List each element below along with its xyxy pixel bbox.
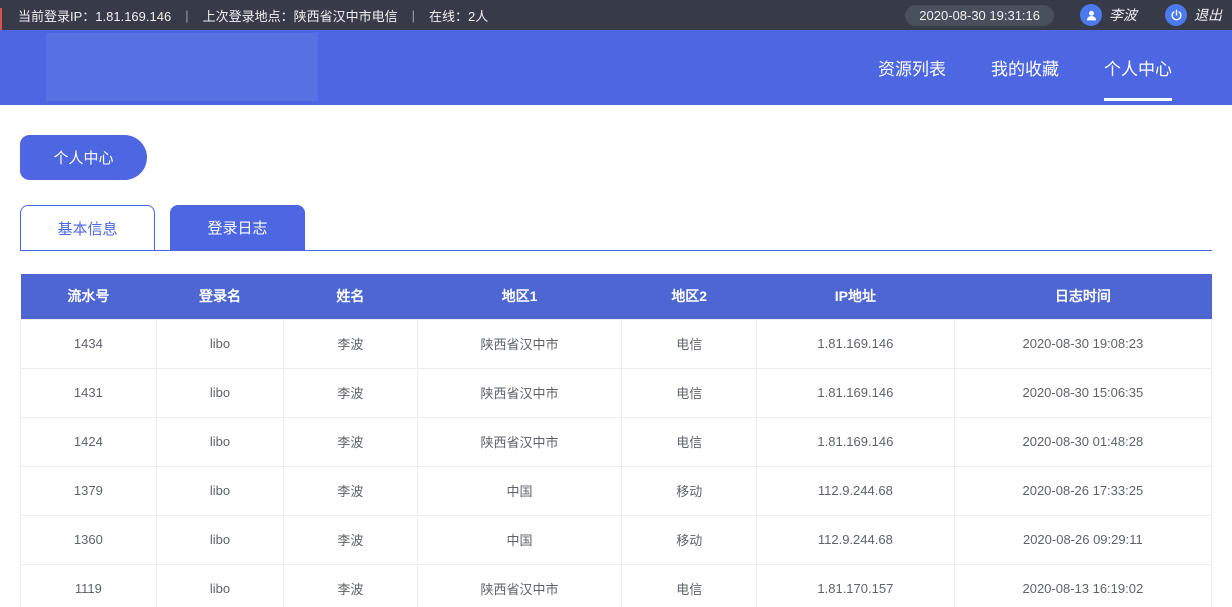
- table-cell: 李波: [284, 515, 417, 564]
- user-session-controls: 2020-08-30 19:31:16 李波 退出: [905, 4, 1224, 26]
- table-cell: 李波: [284, 564, 417, 607]
- table-cell: 1.81.169.146: [757, 417, 955, 466]
- table-cell: 移动: [622, 466, 757, 515]
- table-cell: 陕西省汉中市: [417, 319, 622, 368]
- col-header-region2: 地区2: [622, 274, 757, 319]
- table-cell: 112.9.244.68: [757, 515, 955, 564]
- table-cell: libo: [156, 319, 283, 368]
- page-content: 个人中心 基本信息 登录日志 流水号 登录名 姓名 地区1 地区2 IP地址 日…: [0, 135, 1232, 607]
- table-cell: 112.9.244.68: [757, 466, 955, 515]
- username-link[interactable]: 李波: [1109, 5, 1137, 25]
- table-cell: 电信: [622, 319, 757, 368]
- table-cell: 1424: [21, 417, 157, 466]
- table-row: 1431libo李波陕西省汉中市电信1.81.169.1462020-08-30…: [21, 368, 1212, 417]
- table-row: 1360libo李波中国移动112.9.244.682020-08-26 09:…: [21, 515, 1212, 564]
- main-nav: 资源列表 我的收藏 个人中心: [878, 30, 1172, 105]
- table-cell: 中国: [417, 515, 622, 564]
- table-body: 1434libo李波陕西省汉中市电信1.81.169.1462020-08-30…: [21, 319, 1212, 607]
- current-ip-text: 当前登录IP：1.81.169.146: [18, 6, 171, 25]
- login-log-table: 流水号 登录名 姓名 地区1 地区2 IP地址 日志时间 1434libo李波陕…: [20, 274, 1212, 607]
- table-cell: libo: [156, 466, 283, 515]
- table-cell: libo: [156, 515, 283, 564]
- table-cell: 1.81.169.146: [757, 319, 955, 368]
- table-row: 1424libo李波陕西省汉中市电信1.81.169.1462020-08-30…: [21, 417, 1212, 466]
- last-login-location-text: 上次登录地点：陕西省汉中市电信: [203, 6, 398, 25]
- col-header-ip: IP地址: [757, 274, 955, 319]
- table-cell: 1431: [21, 368, 157, 417]
- table-cell: 陕西省汉中市: [417, 368, 622, 417]
- top-status-bar: 当前登录IP：1.81.169.146 | 上次登录地点：陕西省汉中市电信 | …: [0, 0, 1232, 30]
- table-cell: 李波: [284, 466, 417, 515]
- logout-link[interactable]: 退出: [1194, 5, 1222, 25]
- table-cell: 1.81.170.157: [757, 564, 955, 607]
- table-row: 1434libo李波陕西省汉中市电信1.81.169.1462020-08-30…: [21, 319, 1212, 368]
- table-cell: 陕西省汉中市: [417, 417, 622, 466]
- table-cell: 2020-08-26 17:33:25: [954, 466, 1211, 515]
- table-cell: 李波: [284, 368, 417, 417]
- table-cell: 2020-08-30 19:08:23: [954, 319, 1211, 368]
- session-info: 当前登录IP：1.81.169.146 | 上次登录地点：陕西省汉中市电信 | …: [18, 6, 488, 25]
- table-cell: 2020-08-30 01:48:28: [954, 417, 1211, 466]
- table-cell: 1434: [21, 319, 157, 368]
- table-row: 1119libo李波陕西省汉中市电信1.81.170.1572020-08-13…: [21, 564, 1212, 607]
- online-count-text: 在线：2人: [429, 6, 488, 25]
- table-cell: 李波: [284, 417, 417, 466]
- col-header-log-time: 日志时间: [954, 274, 1211, 319]
- table-cell: 移动: [622, 515, 757, 564]
- table-cell: 2020-08-13 16:19:02: [954, 564, 1211, 607]
- logo-placeholder: [46, 33, 318, 101]
- nav-item-personal-center[interactable]: 个人中心: [1104, 30, 1172, 105]
- red-accent-stripe: [0, 8, 2, 30]
- separator: |: [412, 8, 415, 23]
- nav-item-resource-list[interactable]: 资源列表: [878, 30, 946, 105]
- col-header-login-name: 登录名: [156, 274, 283, 319]
- separator: |: [185, 8, 188, 23]
- table-cell: 2020-08-30 15:06:35: [954, 368, 1211, 417]
- col-header-region1: 地区1: [417, 274, 622, 319]
- table-cell: 2020-08-26 09:29:11: [954, 515, 1211, 564]
- table-cell: 电信: [622, 417, 757, 466]
- table-cell: libo: [156, 564, 283, 607]
- table-cell: 1379: [21, 466, 157, 515]
- table-cell: 1360: [21, 515, 157, 564]
- user-icon: [1080, 4, 1102, 26]
- nav-item-my-favorites[interactable]: 我的收藏: [991, 30, 1059, 105]
- main-header: 资源列表 我的收藏 个人中心: [0, 30, 1232, 105]
- table-cell: 电信: [622, 564, 757, 607]
- table-cell: 电信: [622, 368, 757, 417]
- tab-bar: 基本信息 登录日志: [20, 205, 1212, 251]
- tab-login-log[interactable]: 登录日志: [170, 205, 305, 250]
- table-cell: libo: [156, 417, 283, 466]
- table-header: 流水号 登录名 姓名 地区1 地区2 IP地址 日志时间: [21, 274, 1212, 319]
- table-cell: 中国: [417, 466, 622, 515]
- table-cell: 1.81.169.146: [757, 368, 955, 417]
- table-cell: libo: [156, 368, 283, 417]
- col-header-serial: 流水号: [21, 274, 157, 319]
- table-cell: 李波: [284, 319, 417, 368]
- col-header-name: 姓名: [284, 274, 417, 319]
- table-cell: 陕西省汉中市: [417, 564, 622, 607]
- tab-basic-info[interactable]: 基本信息: [20, 205, 155, 250]
- login-time-badge: 2020-08-30 19:31:16: [905, 5, 1054, 26]
- table-cell: 1119: [21, 564, 157, 607]
- power-icon[interactable]: [1165, 4, 1187, 26]
- table-row: 1379libo李波中国移动112.9.244.682020-08-26 17:…: [21, 466, 1212, 515]
- page-title-badge: 个人中心: [20, 135, 147, 180]
